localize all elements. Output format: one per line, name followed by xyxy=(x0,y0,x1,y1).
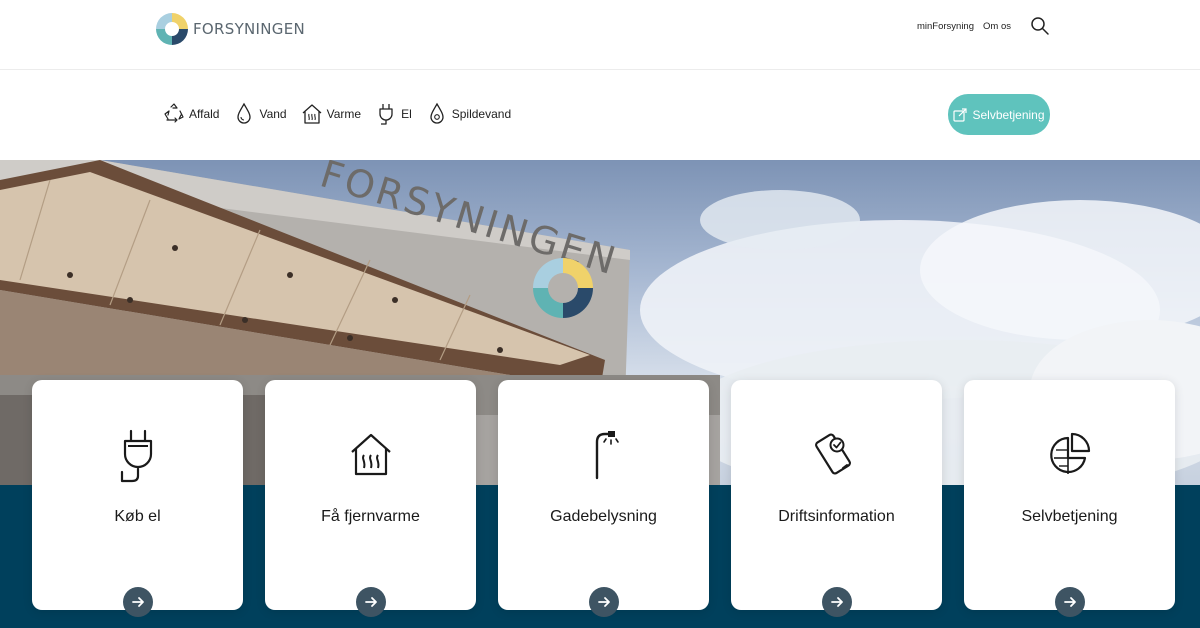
recycle-icon xyxy=(164,103,184,123)
card-driftsinformation[interactable]: Driftsinformation xyxy=(731,380,942,617)
arrow-button[interactable] xyxy=(821,587,852,617)
link-om-os[interactable]: Om os xyxy=(983,21,1011,32)
brand-logo-icon xyxy=(156,13,188,45)
category-varme[interactable]: Varme xyxy=(301,102,361,126)
category-label: Vand xyxy=(259,107,287,121)
selvbetjening-button-label: Selvbetjening xyxy=(972,107,1045,122)
category-label: Spildevand xyxy=(451,107,512,121)
category-spildevand[interactable]: Spildevand xyxy=(426,102,511,126)
pie-chart-icon xyxy=(1049,432,1090,474)
arrow-right-icon xyxy=(131,597,144,607)
top-header: FORSYNINGEN minForsyning Om os xyxy=(0,0,1200,70)
arrow-button[interactable] xyxy=(122,587,153,617)
card-title: Driftsinformation xyxy=(778,508,895,525)
category-label: Affald xyxy=(189,107,220,121)
category-label: Varme xyxy=(326,107,362,121)
arrow-button[interactable] xyxy=(588,587,619,617)
arrow-button[interactable] xyxy=(355,587,386,617)
card-faa-fjernvarme[interactable]: Få fjernvarme xyxy=(265,380,476,617)
arrow-right-icon xyxy=(1063,597,1076,607)
card-gadebelysning[interactable]: Gadebelysning xyxy=(498,380,709,617)
card-title: Køb el xyxy=(114,508,161,525)
search-icon[interactable] xyxy=(1030,16,1050,36)
card-title: Selvbetjening xyxy=(1021,508,1118,525)
street-lamp-icon xyxy=(595,431,619,480)
card-title: Få fjernvarme xyxy=(321,508,420,525)
category-affald[interactable]: Affald xyxy=(163,102,219,126)
house-heat-icon xyxy=(302,104,322,124)
phone-check-icon xyxy=(814,433,851,475)
arrow-button[interactable] xyxy=(1054,587,1085,617)
house-heat-icon xyxy=(350,433,391,476)
brand-name: FORSYNINGEN xyxy=(193,20,306,38)
water-drop-icon xyxy=(237,102,252,124)
card-title: Gadebelysning xyxy=(550,508,657,525)
top-links: minForsyning Om os xyxy=(917,16,1050,36)
arrow-right-icon xyxy=(830,597,843,607)
category-vand[interactable]: Vand xyxy=(233,102,287,126)
arrow-right-icon xyxy=(597,597,610,607)
arrow-right-icon xyxy=(364,597,377,607)
link-minforsyning[interactable]: minForsyning xyxy=(917,21,974,32)
category-el[interactable]: El xyxy=(375,102,412,126)
wastewater-drop-icon xyxy=(430,102,444,124)
brand-logo[interactable]: FORSYNINGEN xyxy=(155,8,305,50)
category-label: El xyxy=(401,107,412,121)
plug-icon xyxy=(120,429,152,483)
selvbetjening-button[interactable]: Selvbetjening xyxy=(948,94,1050,135)
card-koeb-el[interactable]: Køb el xyxy=(32,380,243,617)
category-nav: Affald Vand Varme El Spildevand Selvbetj… xyxy=(0,70,1200,160)
plug-icon xyxy=(379,104,393,125)
card-selvbetjening[interactable]: Selvbetjening xyxy=(964,380,1175,617)
external-link-icon xyxy=(953,107,968,122)
